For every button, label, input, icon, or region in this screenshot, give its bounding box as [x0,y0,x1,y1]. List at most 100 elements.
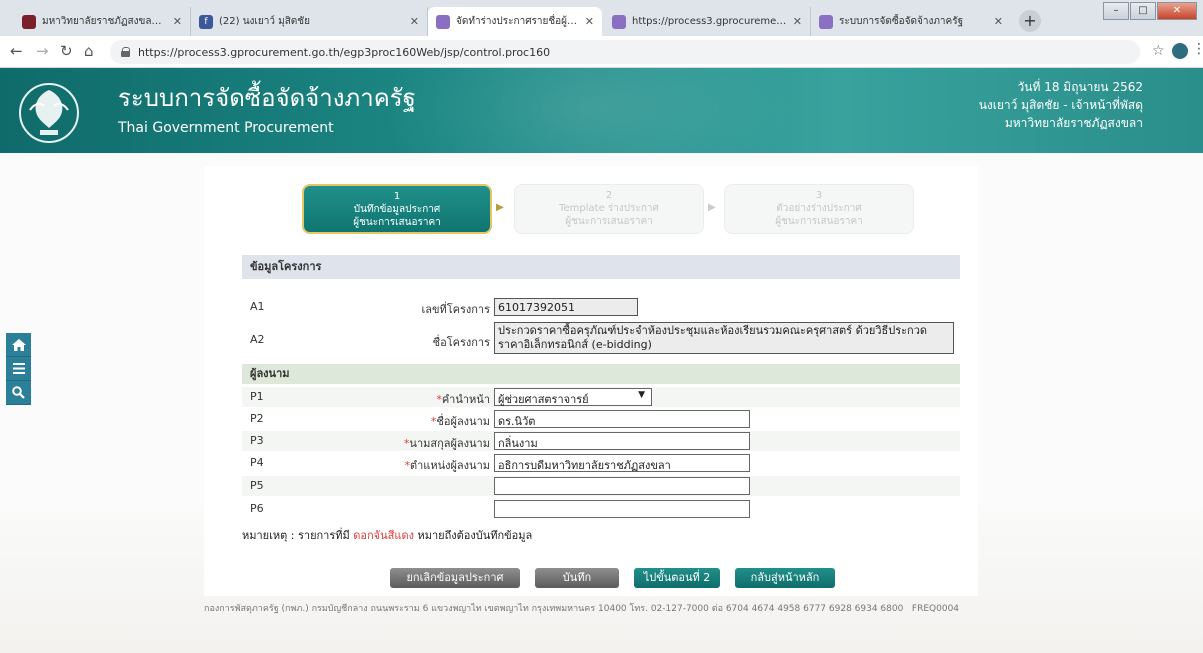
browser-menu-icon[interactable]: ⋮ [1192,41,1203,57]
user-name: นงเยาว์ มุสิตชัย - เจ้าหน้าที่พัสดุ [978,98,1143,112]
project-name-line: ประกวดราคาซื้อครุภัณฑ์ประจำห้องประชุมและ… [498,324,928,337]
egp-favicon-icon [819,14,833,29]
url-input[interactable]: https://process3.gprocurement.go.th/egp3… [110,40,1140,64]
step-arrow-icon: ▶ [708,202,716,213]
label-text: ชื่อผู้ลงนาม [436,415,490,428]
user-info: วันที่ 18 มิถุนายน 2562 นงเยาว์ มุสิตชัย… [979,78,1143,132]
browser-tab[interactable]: ระบบการจัดซื้อจัดจ้างภาครัฐ ✕ [811,7,1011,36]
cancel-announcement-button[interactable]: ยกเลิกข้อมูลประกาศ [390,568,520,588]
back-arrow-icon[interactable]: ← [10,42,23,60]
address-bar: ← → ↻ ⌂ https://process3.gprocurement.go… [0,36,1203,68]
back-to-home-button[interactable]: กลับสู่หน้าหลัก [735,568,835,588]
project-name-field: ประกวดราคาซื้อครุภัณฑ์ประจำห้องประชุมและ… [494,322,954,354]
save-button[interactable]: บันทึก [535,568,619,588]
window-close-button[interactable]: ✕ [1157,2,1197,20]
signer-row-p1: P1 *คำนำหน้า ผู้ช่วยศาสตราจารย์ ▼ [242,387,960,407]
step-2[interactable]: 2 Template ร่างประกาศ ผู้ชนะการเสนอราคา [514,184,704,234]
project-number-label: เลขที่โครงการ [421,303,490,316]
project-row-a2: A2 ชื่อโครงการ ประกวดราคาซื้อครุภัณฑ์ประ… [242,321,960,357]
side-menu-button[interactable] [6,357,31,381]
signer-extra-input-2[interactable] [494,500,750,518]
browser-tab[interactable]: มหาวิทยาลัยราชภัฏสงขลา :: Songkhl ✕ [14,7,191,36]
step-progress: 1 บันทึกข้อมูลประกาศ ผู้ชนะการเสนอราคา ▶… [204,166,978,238]
window-controls: – □ ✕ [1102,2,1197,20]
tab-title: https://process3.gprocurement.go [632,16,787,27]
row-code: P2 [250,412,264,425]
side-home-button[interactable] [6,333,31,357]
signer-first-name-label: *ชื่อผู้ลงนาม [431,412,490,430]
signer-last-name-input[interactable]: กลิ่นงาม [494,432,750,450]
menu-icon [12,363,25,374]
step-arrow-icon: ▶ [496,202,504,213]
step-number: 2 [605,190,613,201]
footer-page-code: FREQ0004 [911,604,960,614]
close-icon[interactable]: ✕ [994,15,1003,28]
site-subtitle: Thai Government Procurement [118,120,334,136]
user-organization: มหาวิทยาลัยราชภัฏสงขลา [1004,116,1143,130]
signer-extra-input-1[interactable] [494,477,750,495]
close-icon[interactable]: ✕ [410,15,419,28]
step-label: ตัวอย่างร่างประกาศ [776,203,862,214]
signer-last-name-label: *นามสกุลผู้ลงนาม [404,434,490,452]
note-highlight: ดอกจันสีแดง [353,529,414,542]
title-prefix-select[interactable]: ผู้ช่วยศาสตราจารย์ ▼ [494,388,652,406]
signer-row-p6: P6 [242,499,960,519]
home-icon[interactable]: ⌂ [84,42,94,60]
next-step-button[interactable]: ไปขั้นตอนที่ 2 [634,568,720,588]
browser-tab-active[interactable]: จัดทำร่างประกาศรายชื่อผู้ชนะการเสนอ ✕ [428,7,602,36]
row-code: P1 [250,390,264,403]
step-number: 3 [815,190,823,201]
tab-title: ระบบการจัดซื้อจัดจ้างภาครัฐ [839,16,964,27]
profile-avatar-icon[interactable] [1172,43,1188,59]
egp-favicon-icon [612,14,626,29]
row-code: P4 [250,456,264,469]
step-3[interactable]: 3 ตัวอย่างร่างประกาศ ผู้ชนะการเสนอราคา [724,184,914,234]
minimize-button[interactable]: – [1103,2,1129,20]
browser-tab[interactable]: f (22) นงเยาว์ มุสิตชัย ✕ [191,7,428,36]
comptroller-department-logo-icon [19,83,79,143]
step-1[interactable]: 1 บันทึกข้อมูลประกาศ ผู้ชนะการเสนอราคา [302,184,492,234]
label-text: คำนำหน้า [441,393,490,406]
signer-position-label: *ตำแหน่งผู้ลงนาม [404,456,490,474]
step-number: 1 [393,191,401,202]
section-project-info: ข้อมูลโครงการ [242,255,960,279]
page-footer: กองการพัสดุภาครัฐ (กพภ.) กรมบัญชีกลาง ถน… [204,601,1004,615]
lock-icon [120,47,130,57]
note-text: หมายถึงต้องบันทึกข้อมูล [413,529,533,542]
forward-arrow-icon[interactable]: → [36,42,49,60]
row-code: P6 [250,502,264,515]
side-search-button[interactable] [6,381,31,405]
step-label: ผู้ชนะการเสนอราคา [775,216,863,227]
dropdown-caret-icon: ▼ [638,390,645,400]
signer-row-p3: P3 *นามสกุลผู้ลงนาม กลิ่นงาม [242,431,960,451]
bookmark-star-icon[interactable]: ☆ [1152,43,1165,59]
maximize-button[interactable]: □ [1130,2,1156,20]
close-icon[interactable]: ✕ [173,15,182,28]
note-text: หมายเหตุ : รายการที่มี [242,529,354,542]
project-number-field: 61017392051 [494,298,638,316]
label-text: นามสกุลผู้ลงนาม [409,437,490,450]
university-favicon-icon [22,14,36,29]
title-prefix-label: *คำนำหน้า [436,390,490,408]
home-icon [11,338,26,351]
new-tab-button[interactable]: + [1019,10,1041,32]
signer-position-input[interactable]: อธิการบดีมหาวิทยาลัยราชภัฏสงขลา [494,454,750,472]
step-label: บันทึกข้อมูลประกาศ [353,204,441,215]
facebook-favicon-icon: f [199,14,213,29]
close-icon[interactable]: ✕ [585,15,594,28]
tab-title: จัดทำร่างประกาศรายชื่อผู้ชนะการเสนอ [456,16,579,27]
site-title: ระบบการจัดซื้อจัดจ้างภาครัฐ [118,84,416,112]
reload-icon[interactable]: ↻ [60,42,73,60]
selected-value: ผู้ช่วยศาสตราจารย์ [498,393,589,406]
step-label: Template ร่างประกาศ [559,203,659,214]
row-code: P3 [250,434,264,447]
browser-tab[interactable]: https://process3.gprocurement.go ✕ [604,7,811,36]
egp-favicon-icon [436,14,450,29]
browser-tab-strip: มหาวิทยาลัยราชภัฏสงขลา :: Songkhl ✕ f (2… [0,0,1203,36]
url-text: https://process3.gprocurement.go.th/egp3… [138,45,551,59]
row-code: A2 [250,333,265,346]
signer-first-name-input[interactable]: ดร.นิวัต [494,410,750,428]
close-icon[interactable]: ✕ [793,15,802,28]
current-date: วันที่ 18 มิถุนายน 2562 [1017,80,1143,94]
signer-row-p5: P5 [242,476,960,496]
